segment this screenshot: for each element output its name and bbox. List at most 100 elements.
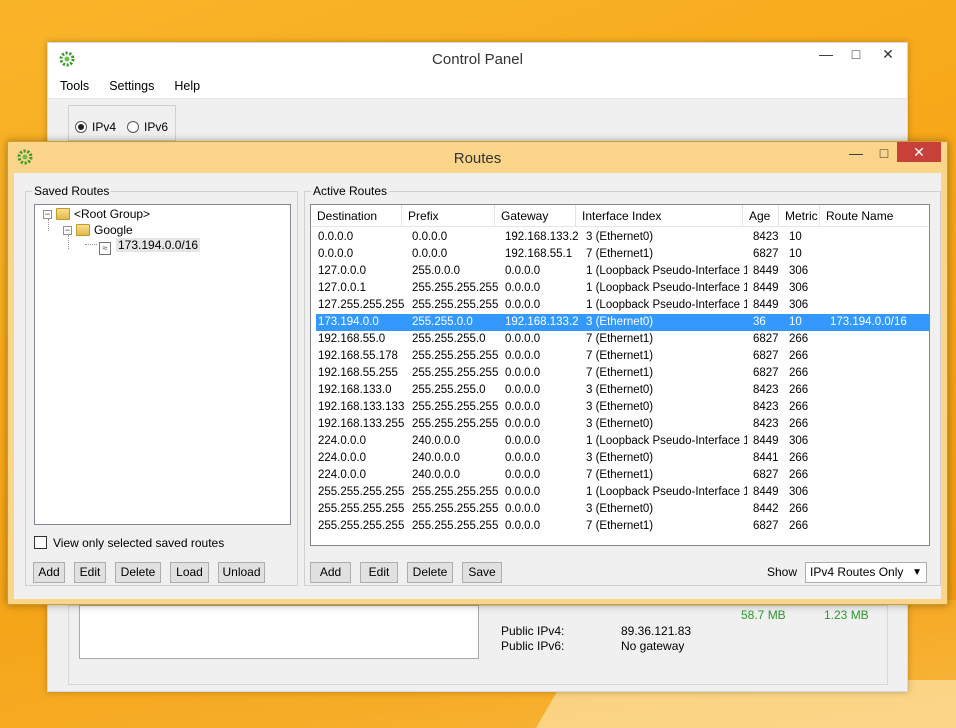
cell-destination: 255.255.255.255 [318, 520, 405, 532]
cell-prefix: 240.0.0.0 [412, 452, 460, 464]
table-row[interactable]: 192.168.133.255 255.255.255.255 0.0.0.0 3 (… [316, 416, 929, 433]
table-row[interactable]: 127.0.0.0 255.0.0.0 0.0.0.0 1 (Loopback Pse… [316, 263, 929, 280]
table-row[interactable]: 224.0.0.0 240.0.0.0 0.0.0.0 3 (Ethernet0) 84… [316, 450, 929, 467]
control-panel-titlebar[interactable]: Control Panel — □ ✕ [48, 43, 907, 73]
cell-prefix: 255.255.255.0 [412, 333, 486, 345]
close-button[interactable]: ✕ [871, 43, 905, 65]
routes-minimize-button[interactable]: — [841, 142, 871, 164]
col-prefix[interactable]: Prefix [402, 205, 495, 227]
routes-maximize-button[interactable]: □ [869, 142, 899, 164]
cell-gateway: 192.168.133.2 [505, 316, 579, 328]
tree-line [68, 235, 69, 249]
cell-age: 8449 [753, 486, 779, 498]
cell-destination: 192.168.133.133 [318, 401, 405, 413]
collapse-icon[interactable]: − [63, 226, 72, 235]
table-row[interactable]: 255.255.255.255 255.255.255.255 0.0.0.0 1 (… [316, 484, 929, 501]
cell-destination: 192.168.55.255 [318, 367, 398, 379]
cell-gateway: 0.0.0.0 [505, 418, 541, 430]
table-row[interactable]: 192.168.55.255 255.255.255.255 0.0.0.0 7 (E… [316, 365, 929, 382]
table-row[interactable]: 127.0.0.1 255.255.255.255 0.0.0.0 1 (Loopba… [316, 280, 929, 297]
cell-interface: 7 (Ethernet1) [586, 248, 654, 260]
cell-route-name [824, 297, 929, 314]
ipv6-radio[interactable]: IPv6 [127, 120, 168, 134]
cell-interface: 1 (Loopback Pseudo-Interface 1) [586, 486, 747, 498]
active-edit-button[interactable]: Edit [360, 562, 398, 583]
active-delete-button[interactable]: Delete [407, 562, 453, 583]
cell-route-name [824, 501, 929, 518]
col-destination[interactable]: Destination [311, 205, 402, 227]
col-route-name[interactable]: Route Name [820, 205, 925, 227]
saved-routes-tree[interactable]: − <Root Group> − Google ≈173.194.0.0/16 [34, 204, 291, 525]
cell-interface: 1 (Loopback Pseudo-Interface 1) [586, 299, 747, 311]
menu-settings[interactable]: Settings [109, 79, 154, 93]
cell-metric: 306 [789, 435, 809, 447]
col-interface-index[interactable]: Interface Index [576, 205, 743, 227]
saved-delete-button[interactable]: Delete [115, 562, 161, 583]
col-age[interactable]: Age [743, 205, 779, 227]
log-list[interactable] [79, 605, 479, 659]
table-row[interactable]: 173.194.0.0 255.255.0.0 192.168.133.2 3 (Et… [316, 314, 929, 331]
active-add-button[interactable]: Add [310, 562, 351, 583]
table-row[interactable]: 192.168.133.133 255.255.255.255 0.0.0.0 3 (… [316, 399, 929, 416]
cell-destination: 192.168.133.0 [318, 384, 392, 396]
active-routes-table[interactable]: Destination Prefix Gateway Interface Ind… [310, 204, 930, 546]
table-row[interactable]: 192.168.55.178 255.255.255.255 0.0.0.0 7 (E… [316, 348, 929, 365]
tree-line [85, 244, 97, 245]
active-routes-label: Active Routes [311, 184, 390, 198]
col-metric[interactable]: Metric [779, 205, 820, 227]
collapse-icon[interactable]: − [43, 210, 52, 219]
menu-tools[interactable]: Tools [60, 79, 89, 93]
cell-destination: 224.0.0.0 [318, 469, 366, 481]
cell-destination: 127.0.0.1 [318, 282, 366, 294]
cell-age: 8442 [753, 503, 779, 515]
cell-prefix: 255.255.0.0 [412, 316, 473, 328]
cell-prefix: 240.0.0.0 [412, 435, 460, 447]
table-row[interactable]: 127.255.255.255 255.255.255.255 0.0.0.0 1 (… [316, 297, 929, 314]
table-row[interactable]: 255.255.255.255 255.255.255.255 0.0.0.0 7 (… [316, 518, 929, 535]
table-row[interactable]: 0.0.0.0 0.0.0.0 192.168.55.1 7 (Ethernet1) 6… [316, 246, 929, 263]
saved-routes-group: Saved Routes − <Root Group> − Google ≈173.… [25, 184, 298, 586]
cell-interface: 3 (Ethernet0) [586, 452, 654, 464]
minimize-button[interactable]: — [811, 43, 841, 65]
saved-edit-button[interactable]: Edit [74, 562, 106, 583]
folder-icon [56, 208, 70, 220]
routes-body: Saved Routes − <Root Group> − Google ≈173.… [14, 173, 941, 599]
routes-close-button[interactable]: ✕ [897, 142, 941, 162]
cell-gateway: 0.0.0.0 [505, 469, 541, 481]
table-row[interactable]: 224.0.0.0 240.0.0.0 0.0.0.0 1 (Loopback Pse… [316, 433, 929, 450]
maximize-button[interactable]: □ [841, 43, 871, 65]
google-group-label: Google [94, 223, 133, 237]
tree-route-item[interactable]: ≈173.194.0.0/16 [99, 238, 201, 255]
view-selected-checkbox[interactable]: View only selected saved routes [34, 536, 224, 550]
ipv4-radio[interactable]: IPv4 [75, 120, 116, 134]
active-save-button[interactable]: Save [462, 562, 502, 583]
cell-age: 8449 [753, 435, 779, 447]
cell-route-name [824, 467, 929, 484]
cell-age: 8423 [753, 401, 779, 413]
saved-routes-label: Saved Routes [32, 184, 112, 198]
show-filter-dropdown[interactable]: IPv4 Routes Only ▼ [805, 562, 927, 583]
table-row[interactable]: 192.168.55.0 255.255.255.0 0.0.0.0 7 (Ether… [316, 331, 929, 348]
chevron-down-icon: ▼ [912, 567, 922, 578]
routes-titlebar[interactable]: Routes — □ ✕ [8, 142, 947, 173]
table-row[interactable]: 224.0.0.0 240.0.0.0 0.0.0.0 7 (Ethernet1) 68… [316, 467, 929, 484]
show-filter-value: IPv4 Routes Only [810, 565, 904, 579]
saved-load-button[interactable]: Load [170, 562, 209, 583]
col-gateway[interactable]: Gateway [495, 205, 576, 227]
tree-group-google[interactable]: − Google [63, 223, 133, 237]
saved-unload-button[interactable]: Unload [218, 562, 265, 583]
cell-age: 8423 [753, 231, 779, 243]
cell-gateway: 0.0.0.0 [505, 350, 541, 362]
cell-route-name [824, 280, 929, 297]
public-ipv4-value: 89.36.121.83 [621, 624, 692, 638]
menu-help[interactable]: Help [174, 79, 200, 93]
download-stat: 58.7 MB [741, 608, 786, 622]
cell-metric: 10 [789, 248, 802, 260]
table-row[interactable]: 192.168.133.0 255.255.255.0 0.0.0.0 3 (Ethe… [316, 382, 929, 399]
tree-root-group[interactable]: − <Root Group> [43, 207, 150, 221]
cell-prefix: 255.255.255.255 [412, 503, 499, 515]
cell-route-name [824, 229, 929, 246]
table-row[interactable]: 255.255.255.255 255.255.255.255 0.0.0.0 3 (… [316, 501, 929, 518]
saved-add-button[interactable]: Add [33, 562, 65, 583]
table-row[interactable]: 0.0.0.0 0.0.0.0 192.168.133.2 3 (Ethernet0)… [316, 229, 929, 246]
